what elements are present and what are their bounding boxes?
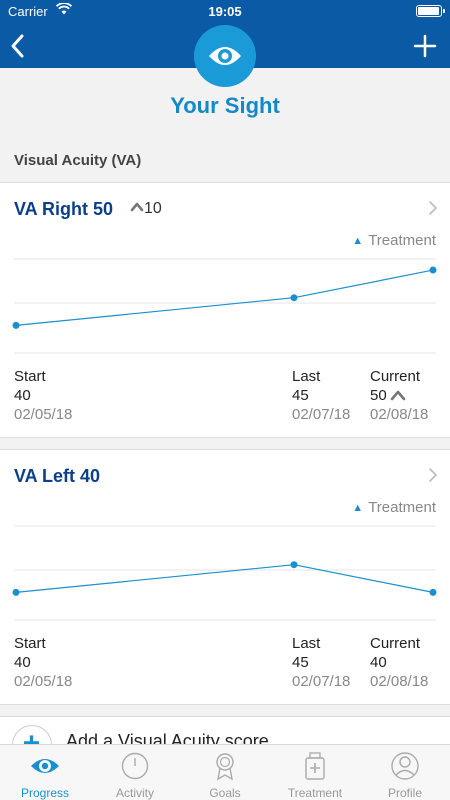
stat-last: Last 45 02/07/18 (292, 367, 350, 424)
chevron-left-icon (11, 34, 24, 58)
stat-date: 02/07/18 (292, 406, 351, 423)
stat-value: 45 (292, 654, 309, 671)
chevron-up-icon (130, 202, 144, 212)
tab-progress[interactable]: Progress (0, 745, 90, 800)
tab-label: Profile (387, 786, 422, 800)
tab-activity[interactable]: Activity (90, 745, 180, 800)
stat-date: 02/07/18 (292, 673, 351, 690)
stat-current: Current 40 02/08/18 (370, 634, 428, 691)
data-point (429, 588, 437, 596)
series-line (15, 564, 434, 593)
change-value: 10 (144, 200, 162, 217)
clock-icon (121, 752, 149, 780)
stat-value: 40 (14, 654, 31, 671)
stat-label: Start (14, 368, 46, 385)
stat-value: 50 (370, 387, 387, 404)
va-right-card[interactable]: VA Right 50 10 ▲ Treatment Start 40 02/05… (0, 182, 450, 438)
legend-label: Treatment (368, 499, 436, 516)
stat-current: Current 50 02/08/18 (370, 367, 428, 424)
va-right-chart (12, 258, 437, 354)
tab-label: Activity (115, 786, 154, 800)
tab-bar: Progress Activity Goals Treatment Profil… (0, 744, 450, 800)
eye-icon (31, 759, 59, 773)
award-icon (216, 753, 234, 781)
stat-start: Start 40 02/05/18 (14, 634, 72, 691)
stat-value: 40 (14, 387, 31, 404)
data-point (290, 294, 298, 302)
data-point (290, 561, 298, 569)
card-title: VA Right 50 (14, 199, 114, 219)
stat-label: Last (292, 368, 321, 385)
legend-label: Treatment (368, 232, 436, 249)
stat-label: Current (370, 368, 421, 385)
eye-icon (209, 47, 241, 65)
data-point (429, 266, 437, 274)
tab-label: Treatment (287, 786, 343, 800)
stat-start: Start 40 02/05/18 (14, 367, 72, 424)
add-button[interactable] (412, 33, 438, 59)
stat-value-row: 50 (370, 386, 428, 405)
stat-date: 02/08/18 (370, 673, 429, 690)
tab-profile[interactable]: Profile (360, 745, 450, 800)
stat-value: 40 (370, 654, 387, 671)
stat-date: 02/08/18 (370, 406, 429, 423)
stat-last: Last 45 02/07/18 (292, 634, 350, 691)
plus-icon (413, 34, 437, 58)
back-button[interactable] (8, 33, 28, 59)
triangle-icon: ▲ (352, 235, 364, 247)
chart-legend: ▲ Treatment (352, 232, 436, 249)
card-title: VA Left 40 (14, 466, 101, 486)
chevron-right-icon (429, 201, 438, 215)
tab-treatment[interactable]: Treatment (270, 745, 360, 800)
stat-label: Current (370, 635, 421, 652)
medicine-icon (305, 752, 325, 780)
section-label: Visual Acuity (VA) (14, 152, 142, 169)
tab-goals[interactable]: Goals (180, 745, 270, 800)
data-point (12, 321, 20, 329)
stat-label: Last (292, 635, 321, 652)
stat-date: 02/05/18 (14, 406, 73, 423)
triangle-icon: ▲ (352, 502, 364, 514)
status-bar: Carrier 19:05 (0, 0, 450, 22)
chevron-right-icon (429, 468, 438, 482)
va-left-card[interactable]: VA Left 40 ▲ Treatment Start 40 02/05/18 … (0, 449, 450, 705)
data-point (12, 588, 20, 596)
battery-icon (416, 5, 445, 17)
stat-value: 45 (292, 387, 309, 404)
sight-logo (194, 25, 256, 87)
series-line (15, 269, 434, 326)
va-left-chart (12, 525, 437, 621)
stat-date: 02/05/18 (14, 673, 73, 690)
person-icon (391, 752, 419, 780)
tab-label: Goals (209, 786, 241, 800)
chevron-up-icon (390, 390, 405, 401)
change-indicator: 10 (130, 200, 162, 218)
stat-label: Start (14, 635, 46, 652)
status-time: 19:05 (208, 4, 242, 19)
page-title: Your Sight (170, 93, 280, 118)
tab-label: Progress (20, 786, 70, 800)
chart-legend: ▲ Treatment (352, 499, 436, 516)
